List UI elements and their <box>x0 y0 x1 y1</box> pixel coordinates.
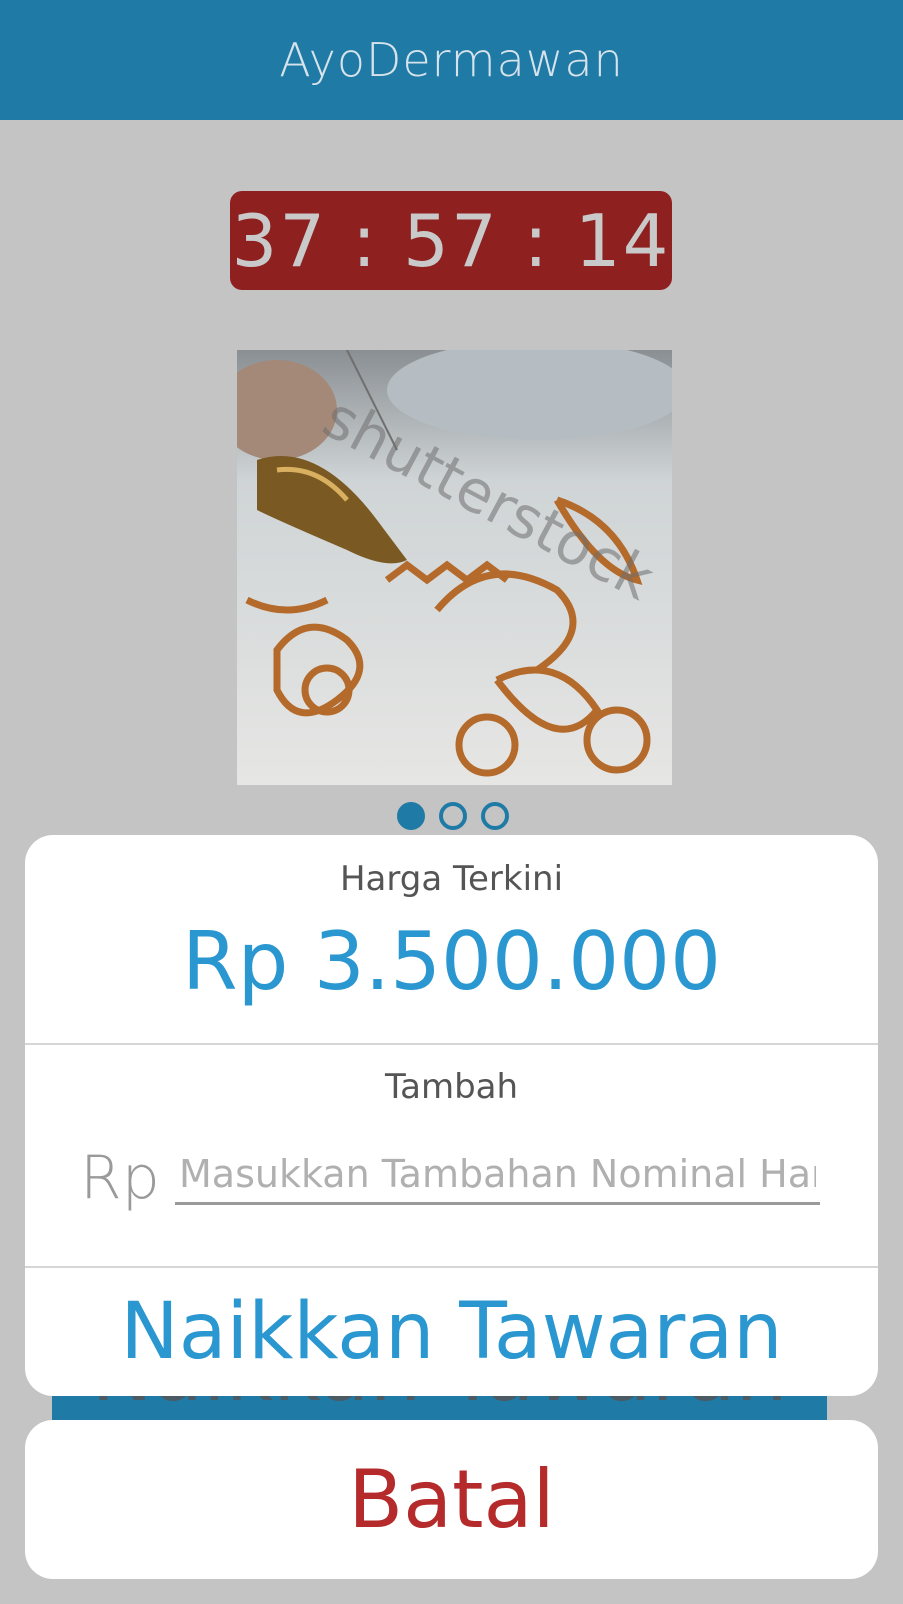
raise-bid-section: Naikkan Tawaran <box>25 1268 878 1396</box>
add-amount-section: Tambah Rp <box>25 1045 878 1268</box>
add-amount-label: Tambah <box>384 1067 519 1107</box>
amount-input[interactable] <box>175 1145 820 1205</box>
currency-prefix: Rp <box>80 1143 160 1213</box>
current-price-value: Rp 3.500.000 <box>182 915 721 1008</box>
bid-action-sheet: Harga Terkini Rp 3.500.000 Tambah Rp Nai… <box>25 835 878 1396</box>
raise-bid-button[interactable]: Naikkan Tawaran <box>25 1268 878 1396</box>
current-price-section: Harga Terkini Rp 3.500.000 <box>25 835 878 1045</box>
cancel-button[interactable]: Batal <box>25 1420 878 1579</box>
current-price-label: Harga Terkini <box>339 859 564 899</box>
